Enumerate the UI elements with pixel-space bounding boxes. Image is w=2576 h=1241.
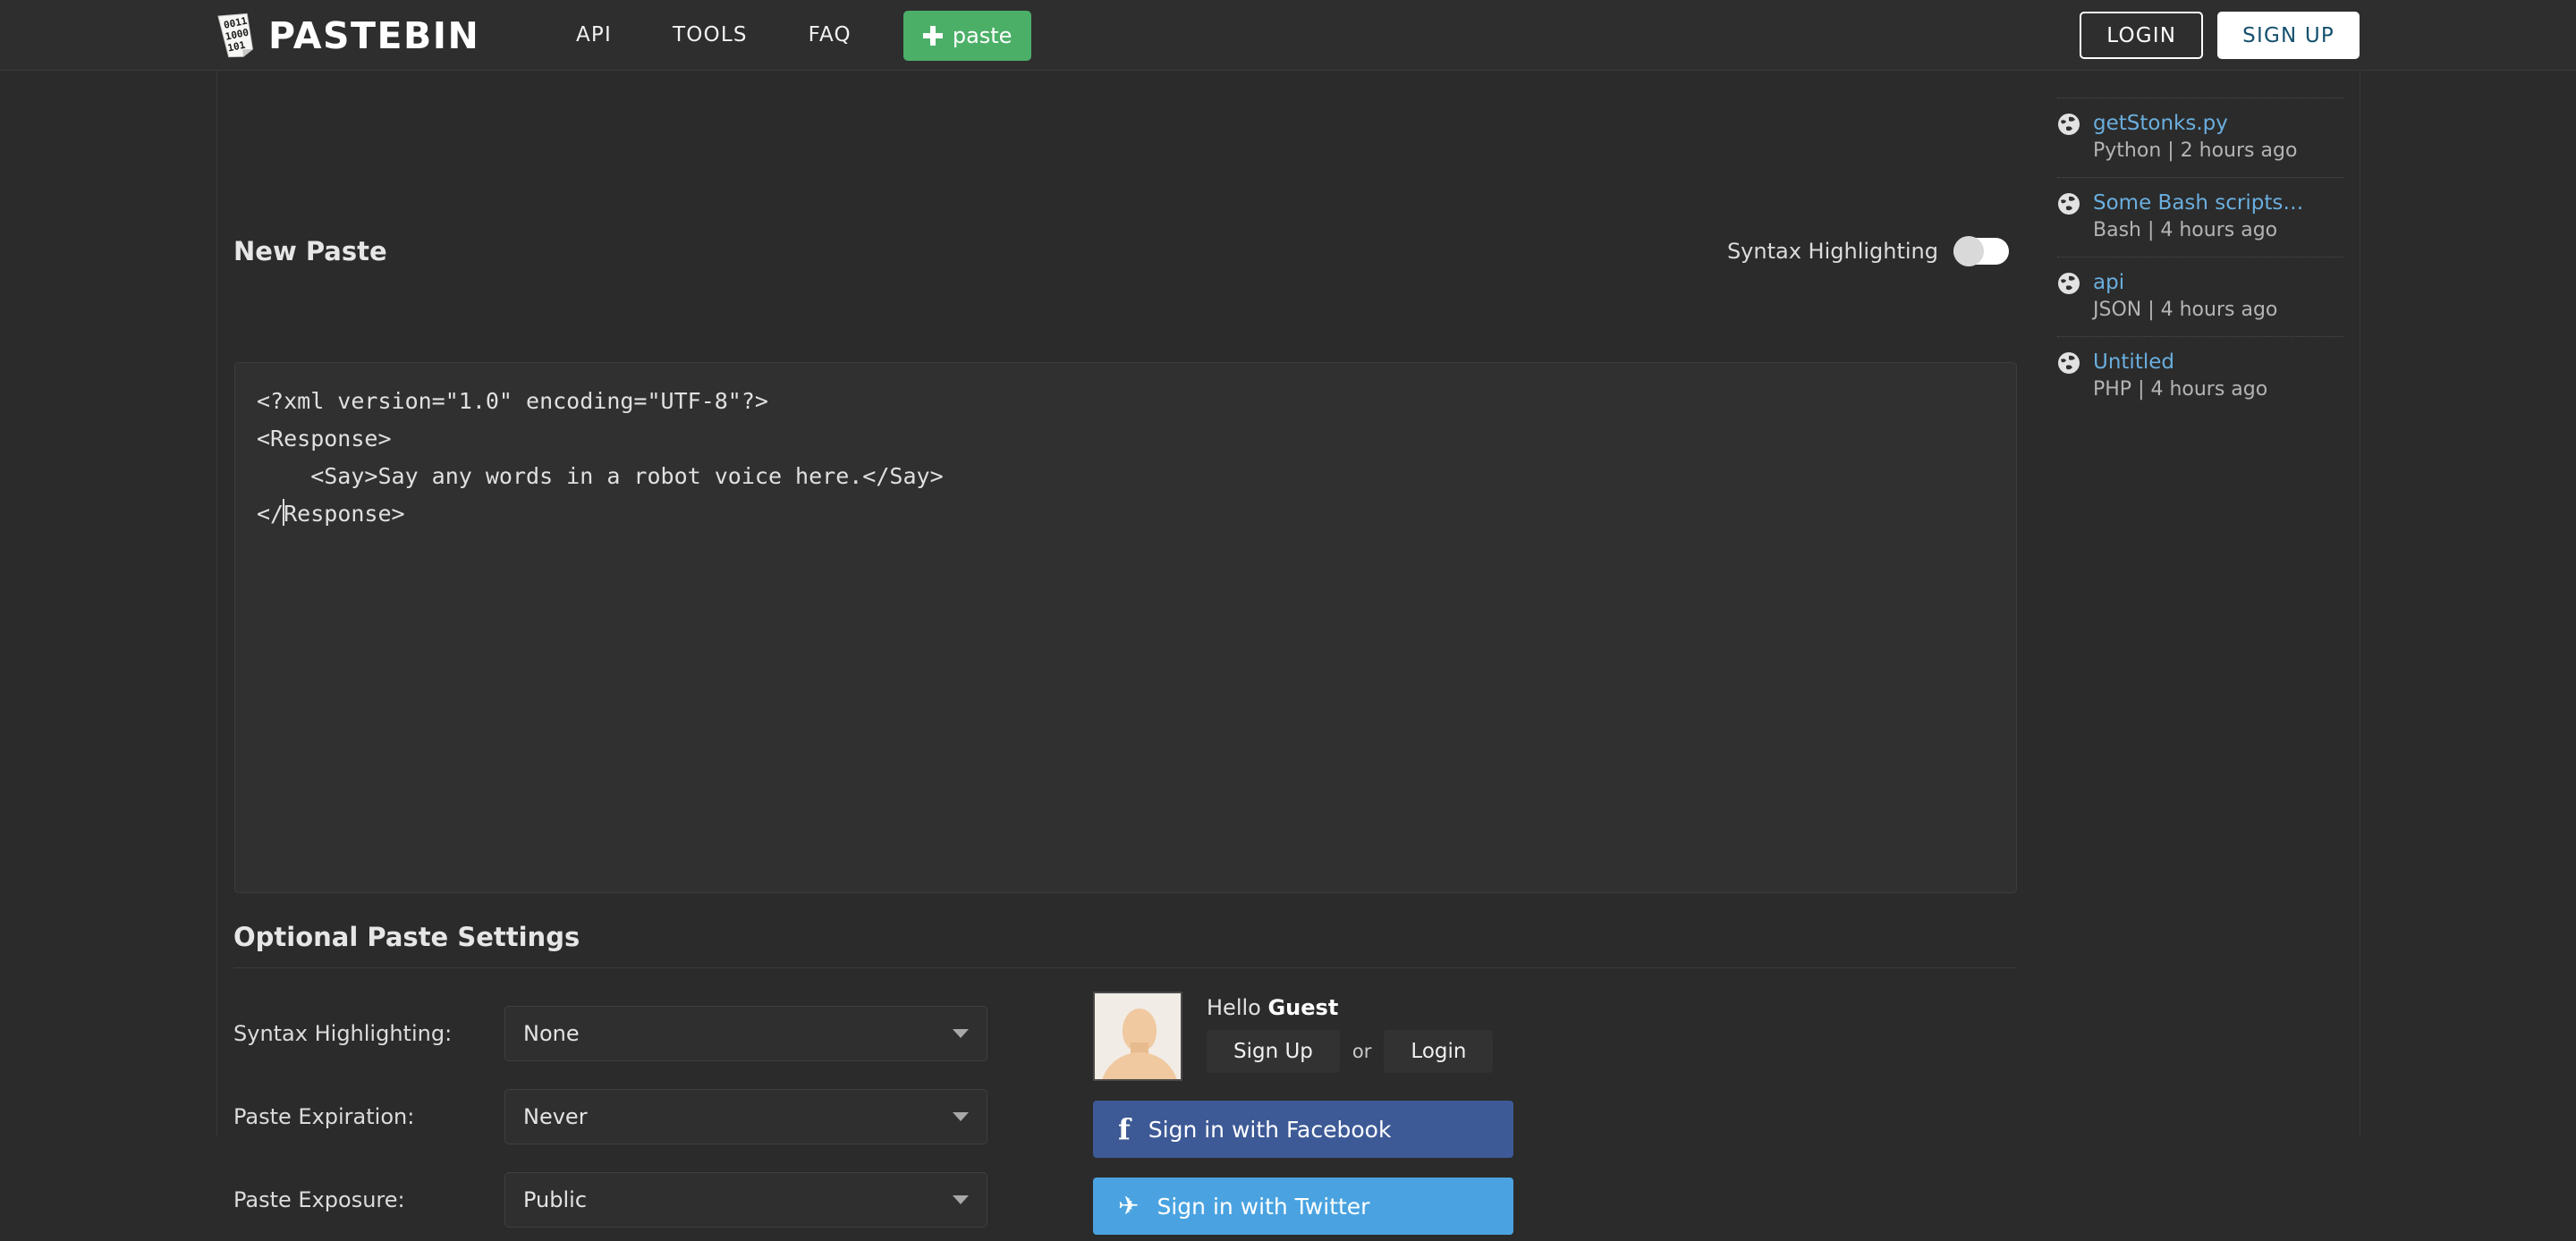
globe-icon (2057, 272, 2080, 300)
syntax-highlighting-toggle-label: Syntax Highlighting (1727, 239, 1938, 264)
paste-exposure-select[interactable]: Public (504, 1172, 987, 1228)
list-item-text: Untitled PHP | 4 hours ago (2093, 349, 2267, 403)
paste-textarea[interactable]: <?xml version="1.0" encoding="UTF-8"?> <… (234, 362, 2017, 893)
chevron-down-icon (953, 1195, 969, 1204)
paste-title-link[interactable]: Some Bash scripts… (2093, 190, 2303, 216)
syntax-highlighting-select[interactable]: None (504, 1006, 987, 1061)
paste-meta: Bash | 4 hours ago (2093, 216, 2303, 244)
syntax-highlighting-toggle[interactable] (1953, 238, 2009, 265)
settings-form: Syntax Highlighting: None Paste Expirati… (233, 992, 994, 1241)
avatar-body (1100, 1052, 1179, 1081)
list-item-text: getStonks.py Python | 2 hours ago (2093, 110, 2297, 165)
paste-meta: JSON | 4 hours ago (2093, 296, 2277, 324)
header-signup-button[interactable]: SIGN UP (2217, 12, 2360, 59)
guest-login-button[interactable]: Login (1384, 1030, 1493, 1073)
paste-line-4-prefix: </ (257, 501, 284, 527)
syntax-highlighting-toggle-group[interactable]: Syntax Highlighting (1727, 238, 2009, 265)
nav-item-faq[interactable]: FAQ (778, 0, 882, 71)
guest-panel: Hello Guest Sign Up or Login f Sign in w… (1093, 992, 2017, 1235)
twitter-signin-button[interactable]: ✈ Sign in with Twitter (1093, 1178, 1513, 1235)
setting-row-syntax-highlighting: Syntax Highlighting: None (233, 992, 994, 1075)
new-paste-button-label: paste (953, 23, 1013, 48)
paste-line-4: </Response> (257, 495, 1995, 533)
toggle-knob (1953, 236, 1984, 266)
facebook-signin-label: Sign in with Facebook (1148, 1117, 1392, 1143)
plus-icon (923, 26, 943, 46)
facebook-icon: f (1118, 1115, 1131, 1144)
guest-greeting-prefix: Hello (1207, 995, 1267, 1020)
or-separator: or (1352, 1041, 1371, 1062)
list-item[interactable]: Some Bash scripts… Bash | 4 hours ago (2057, 178, 2343, 257)
paste-line-1: <?xml version="1.0" encoding="UTF-8"?> (257, 383, 1995, 420)
setting-row-paste-expiration: Paste Expiration: Never (233, 1075, 994, 1158)
auth-buttons: LOGIN SIGN UP (2080, 0, 2360, 71)
paste-title-link[interactable]: getStonks.py (2093, 110, 2297, 137)
guest-name: Guest (1267, 995, 1338, 1020)
guest-button-row: Sign Up or Login (1207, 1030, 1493, 1073)
list-item[interactable]: Untitled PHP | 4 hours ago (2057, 337, 2343, 416)
list-item[interactable]: api JSON | 4 hours ago (2057, 257, 2343, 337)
optional-settings-title: Optional Paste Settings (233, 922, 580, 952)
chevron-down-icon (953, 1029, 969, 1038)
paste-title-link[interactable]: api (2093, 269, 2277, 296)
globe-icon (2057, 113, 2080, 140)
guest-greeting: Hello Guest (1207, 995, 1493, 1020)
syntax-highlighting-select-value: None (523, 1021, 580, 1046)
paste-title-link[interactable]: Untitled (2093, 349, 2267, 376)
list-item-text: api JSON | 4 hours ago (2093, 269, 2277, 324)
chevron-down-icon (953, 1112, 969, 1121)
guest-identity-row: Hello Guest Sign Up or Login (1093, 992, 2017, 1081)
site-header: 0011 1000 101 PASTEBIN API TOOLS FAQ pas… (0, 0, 2576, 71)
setting-row-paste-exposure: Paste Exposure: Public (233, 1158, 994, 1241)
paste-expiration-select[interactable]: Never (504, 1089, 987, 1144)
nav-item-tools[interactable]: TOOLS (642, 0, 778, 71)
logo-wordmark: PASTEBIN (268, 18, 479, 55)
settings-divider (233, 967, 2017, 968)
twitter-signin-label: Sign in with Twitter (1157, 1194, 1369, 1220)
list-item[interactable]: getStonks.py Python | 2 hours ago (2057, 98, 2343, 178)
avatar (1093, 992, 1182, 1081)
paste-line-4-suffix: Response> (284, 501, 404, 527)
paste-meta: PHP | 4 hours ago (2093, 376, 2267, 403)
new-paste-button[interactable]: paste (903, 11, 1032, 61)
globe-icon (2057, 192, 2080, 220)
paste-line-3: <Say>Say any words in a robot voice here… (257, 458, 1995, 495)
site-logo[interactable]: 0011 1000 101 PASTEBIN (216, 4, 479, 68)
header-login-button[interactable]: LOGIN (2080, 12, 2203, 59)
page-title: New Paste (233, 236, 387, 266)
nav-item-api[interactable]: API (546, 0, 642, 71)
recent-pastes-sidebar: HTML 5 | 1 hour ago getStonks.py Python … (2057, 71, 2343, 416)
setting-label-paste-exposure: Paste Exposure: (233, 1187, 504, 1212)
setting-label-syntax-highlighting: Syntax Highlighting: (233, 1021, 504, 1046)
guest-signup-button[interactable]: Sign Up (1207, 1030, 1340, 1073)
paste-exposure-select-value: Public (523, 1187, 587, 1212)
twitter-icon: ✈ (1118, 1194, 1139, 1219)
pastebin-paper-icon: 0011 1000 101 (216, 10, 259, 62)
paste-meta: Python | 2 hours ago (2093, 137, 2297, 165)
paste-line-2: <Response> (257, 420, 1995, 458)
globe-icon (2057, 351, 2080, 379)
main-nav: API TOOLS FAQ paste (546, 0, 1031, 71)
list-item-text: Some Bash scripts… Bash | 4 hours ago (2093, 190, 2303, 244)
setting-label-paste-expiration: Paste Expiration: (233, 1104, 504, 1129)
facebook-signin-button[interactable]: f Sign in with Facebook (1093, 1101, 1513, 1158)
new-paste-header-row: New Paste Syntax Highlighting (233, 236, 2009, 266)
page-body: New Paste Syntax Highlighting <?xml vers… (0, 71, 2576, 1135)
paste-expiration-select-value: Never (523, 1104, 588, 1129)
guest-actions: Hello Guest Sign Up or Login (1207, 992, 1493, 1081)
